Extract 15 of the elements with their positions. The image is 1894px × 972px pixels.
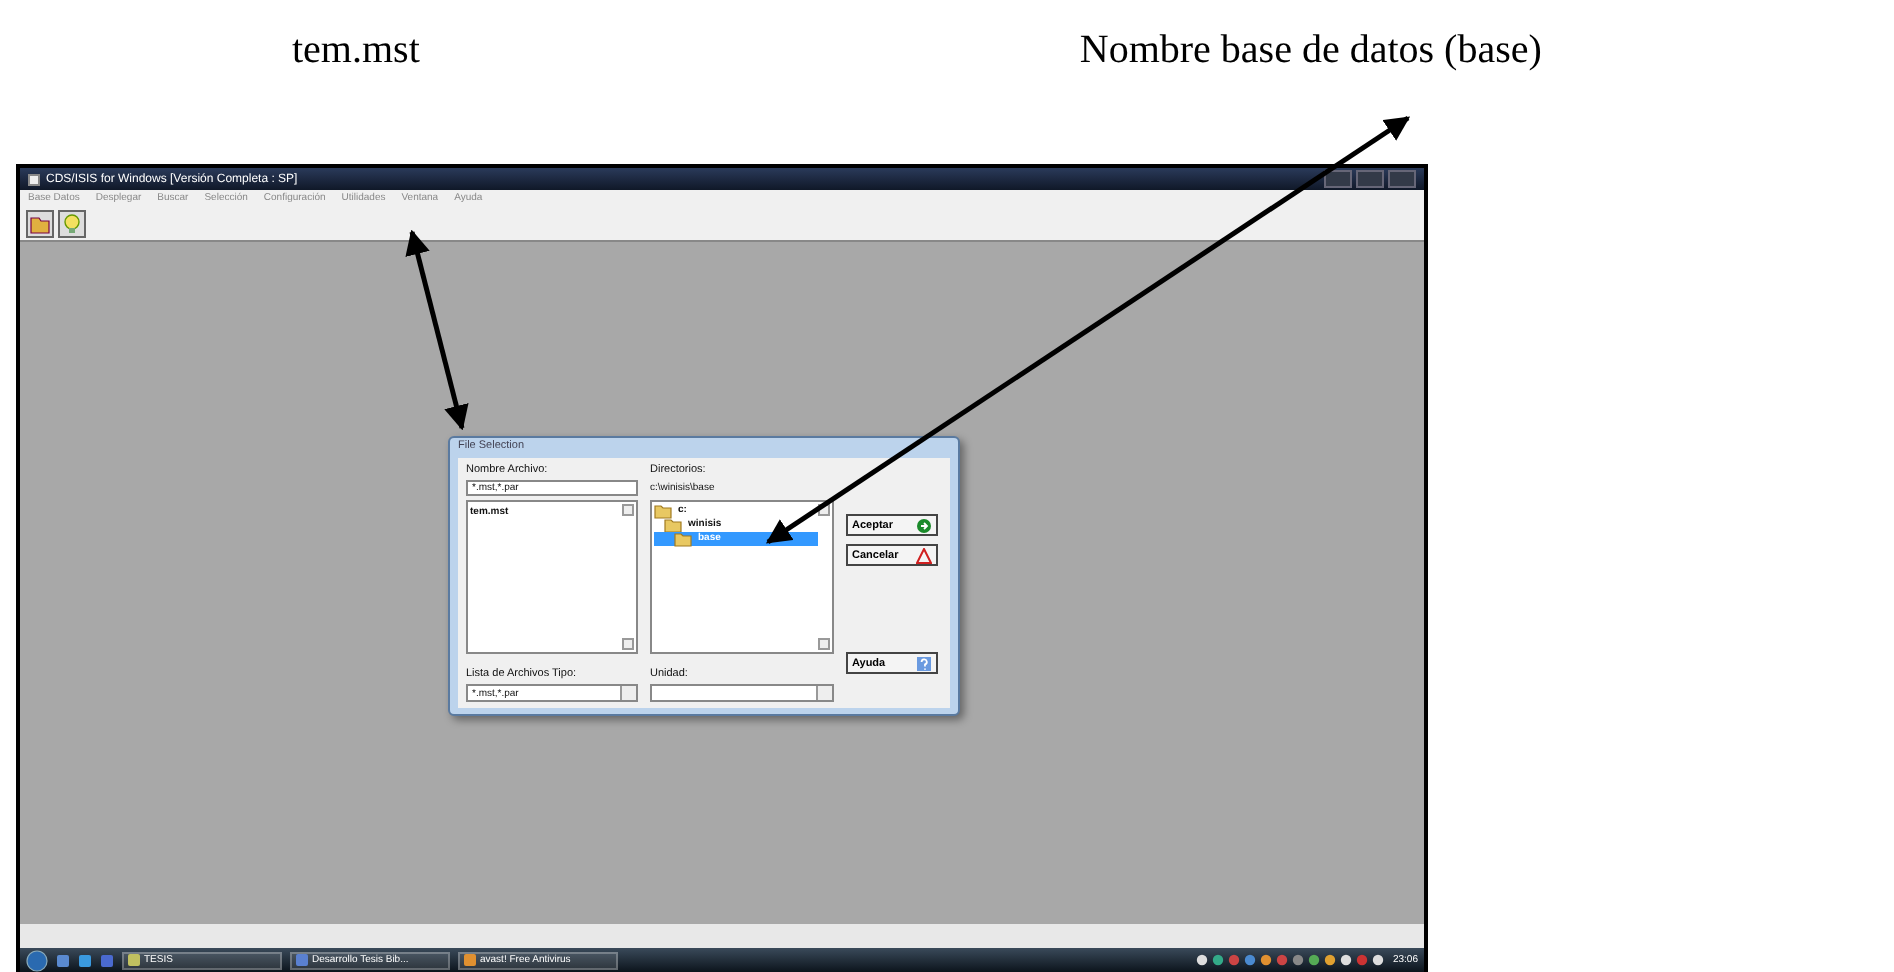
warning-triangle-icon <box>916 547 932 563</box>
app-icon <box>464 954 476 966</box>
question-mark-icon <box>916 655 932 671</box>
scroll-down-button[interactable] <box>622 638 634 651</box>
minimize-button[interactable] <box>1324 170 1352 188</box>
annotation-label: Nombre base de datos (base) <box>1079 28 1542 74</box>
start-button[interactable] <box>26 949 48 971</box>
app-icon <box>296 954 308 966</box>
drive-dropdown[interactable] <box>650 683 834 702</box>
app-icon <box>128 954 140 966</box>
app-icon <box>28 173 40 185</box>
scroll-down-button[interactable] <box>818 638 830 651</box>
check-circle-icon <box>916 517 932 533</box>
annotation-label: tem.mst <box>292 28 420 74</box>
lightbulb-icon[interactable] <box>58 209 86 237</box>
